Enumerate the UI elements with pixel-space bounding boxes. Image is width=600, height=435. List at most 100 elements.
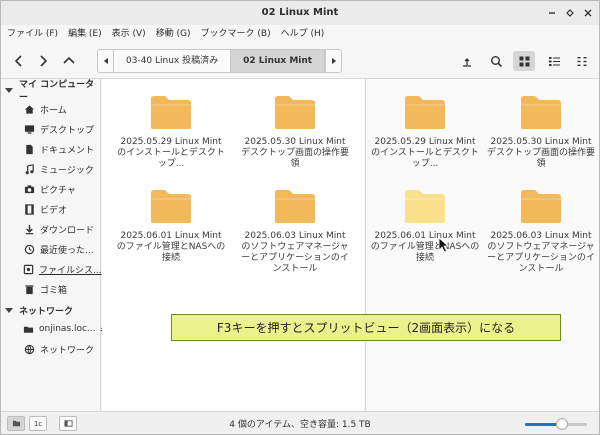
- music-icon: [23, 163, 35, 175]
- sidebar-item-label: onjinas.loc...: [39, 324, 96, 334]
- sidebar-item[interactable]: ピクチャ: [1, 179, 100, 199]
- recent-icon: [23, 243, 35, 255]
- sidebar-item[interactable]: onjinas.loc...: [1, 319, 107, 339]
- folder-item[interactable]: 2025.06.01 Linux Mint のファイル管理とNASへの接続: [370, 187, 480, 264]
- folder-icon: [149, 187, 193, 225]
- triangle-left-icon: [103, 58, 108, 64]
- expander-icon: [5, 87, 13, 93]
- sidebar-item[interactable]: ビデオ: [1, 199, 100, 219]
- title-bar[interactable]: 02 Linux Mint: [1, 1, 599, 25]
- status-bar: 1c 4 個のアイテム、空き容量: 1.5 TB: [1, 411, 599, 434]
- sidebar-item[interactable]: ネットワーク: [1, 339, 100, 359]
- pathbar-scroll-right-button[interactable]: [325, 50, 341, 72]
- folder-name: 2025.06.01 Linux Mint のファイル管理とNASへの接続: [370, 231, 480, 263]
- icon-view-button[interactable]: [513, 51, 535, 71]
- minimize-icon: [549, 12, 555, 14]
- menu-item-4[interactable]: ブックマーク (B): [201, 25, 271, 43]
- compact-view-button[interactable]: [571, 51, 593, 71]
- folder-item[interactable]: 2025.06.03 Linux Mint のソフトウェアマネージャーとアプリケ…: [486, 187, 596, 275]
- folder-name: 2025.05.29 Linux Mint のインストールとデスクトップ...: [371, 137, 479, 169]
- right-pane[interactable]: 2025.05.29 Linux Mint のインストールとデスクトップ... 2…: [365, 79, 599, 411]
- sidebar-section-header[interactable]: ネットワーク: [1, 301, 100, 319]
- list-view-button[interactable]: [543, 51, 565, 71]
- drive-icon: [23, 263, 34, 275]
- terminal-button[interactable]: [455, 51, 477, 71]
- arrow-right-icon: [40, 55, 48, 67]
- download-icon: [23, 223, 35, 235]
- close-icon: [584, 9, 592, 17]
- sidebar-item-label: ピクチャ: [40, 185, 76, 196]
- open-terminal-icon: [462, 57, 471, 67]
- menu-item-1[interactable]: 編集 (E): [68, 25, 102, 43]
- menu-bar: ファイル (F) 編集 (E) 表示 (V) 移動 (G) ブックマーク (B) ヘルプ …: [1, 25, 599, 43]
- maximize-button[interactable]: [563, 6, 577, 20]
- sidebar-item-label: ビデオ: [40, 205, 68, 216]
- pathbar-scroll-left-button[interactable]: [98, 50, 114, 72]
- sidebar-item-label: 最近使った...: [40, 245, 94, 256]
- sidebar-section-header[interactable]: マイ コンピューター: [1, 80, 100, 103]
- grid-view-icon: [519, 56, 529, 66]
- zoom-slider[interactable]: [525, 418, 587, 430]
- sidebar-item[interactable]: デスクトップ: [1, 119, 100, 139]
- left-pane[interactable]: 2025.05.29 Linux Mint のインストールとデスクトップ... 2…: [102, 79, 364, 411]
- folder-item[interactable]: 2025.06.01 Linux Mint のファイル管理とNASへの接続: [116, 187, 226, 264]
- breadcrumb-item[interactable]: 02 Linux Mint: [231, 50, 326, 72]
- triangle-right-icon: [331, 58, 336, 64]
- search-button[interactable]: [485, 51, 507, 71]
- file-manager-window: 02 Linux Mint ファイル (F) 編集 (E) 表示 (V) 移動 (G)…: [0, 0, 600, 435]
- menu-item-3[interactable]: 移動 (G): [156, 25, 191, 43]
- sidebar-item-label: ファイルシス...: [39, 265, 102, 276]
- close-button[interactable]: [581, 6, 595, 20]
- folder-icon: [521, 96, 561, 129]
- folder-name: 2025.06.03 Linux Mint のソフトウェアマネージャーとアプリケ…: [487, 231, 595, 274]
- trash-icon: [23, 283, 35, 295]
- document-icon: [23, 143, 35, 155]
- sidebar-item-label: ダウンロード: [40, 225, 95, 236]
- minimize-button[interactable]: [545, 6, 559, 20]
- sidebar-item[interactable]: ダウンロード: [1, 219, 100, 239]
- sidebar-item[interactable]: ドキュメント: [1, 139, 100, 159]
- folder-icon: [519, 187, 563, 225]
- network-icon: [23, 343, 35, 355]
- menu-item-2[interactable]: 表示 (V): [112, 25, 146, 43]
- sidebar-item[interactable]: ミュージック: [1, 159, 100, 179]
- sidebar-item-label: ドキュメント: [40, 145, 95, 156]
- back-button[interactable]: [9, 51, 29, 71]
- folder-item[interactable]: 2025.05.30 Linux Mint デスクトップ画面の操作要領: [486, 93, 596, 170]
- folder-icon: [151, 96, 191, 129]
- folder-item[interactable]: 2025.05.29 Linux Mint のインストールとデスクトップ...: [370, 93, 480, 170]
- arrow-left-icon: [14, 55, 22, 67]
- folder-name: 2025.06.03 Linux Mint のソフトウェアマネージャーとアプリケ…: [241, 231, 349, 274]
- arrow-up-icon: [63, 56, 75, 64]
- breadcrumb-item[interactable]: 03-40 Linux 投稿済み: [114, 50, 232, 72]
- up-button[interactable]: [59, 51, 79, 71]
- folder-item[interactable]: 2025.05.29 Linux Mint のインストールとデスクトップ...: [116, 93, 226, 170]
- sidebar-item-label: ミュージック: [40, 165, 94, 176]
- menu-item-5[interactable]: ヘルプ (H): [281, 25, 325, 43]
- sidebar-item[interactable]: 最近使った...: [1, 239, 100, 259]
- folder-name: 2025.06.01 Linux Mint のファイル管理とNASへの接続: [116, 231, 226, 263]
- sidebar-item[interactable]: ゴミ箱: [1, 279, 100, 299]
- search-icon: [490, 55, 502, 67]
- compact-view-icon: [577, 56, 586, 66]
- sidebar-item-label: ネットワーク: [40, 345, 95, 356]
- sidebar-section-label: マイ コンピューター: [19, 80, 95, 103]
- sidebar-item[interactable]: ファイルシス...: [1, 259, 102, 279]
- sidebar-item-label: デスクトップ: [40, 125, 95, 136]
- sidebar-item-label: ホーム: [40, 105, 67, 116]
- menu-item-0[interactable]: ファイル (F): [7, 25, 58, 43]
- folder-item[interactable]: 2025.05.30 Linux Mint デスクトップ画面の操作要領: [240, 93, 350, 170]
- folder-icon: [275, 190, 315, 223]
- folder-icon: [519, 93, 563, 131]
- forward-button[interactable]: [33, 51, 53, 71]
- folder-icon: [151, 190, 191, 223]
- expander-icon: [5, 307, 13, 313]
- folder-icon: [273, 187, 317, 225]
- folder-name: 2025.05.30 Linux Mint デスクトップ画面の操作要領: [486, 137, 595, 169]
- home-icon: [23, 103, 35, 115]
- folder-item[interactable]: 2025.06.03 Linux Mint のソフトウェアマネージャーとアプリケ…: [240, 187, 350, 275]
- folder-icon: [403, 187, 447, 225]
- sidebar-section-label: ネットワーク: [19, 306, 74, 317]
- annotation-callout: F3キーを押すとスプリットビュー（2画面表示）になる: [171, 314, 561, 341]
- folder-name: 2025.05.29 Linux Mint のインストールとデスクトップ...: [117, 137, 225, 169]
